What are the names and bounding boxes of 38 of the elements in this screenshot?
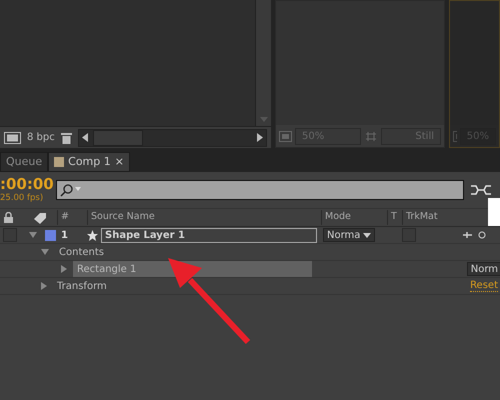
search-field[interactable] [56,180,464,200]
property-name[interactable]: Contents [55,244,104,260]
shy-switch-icon[interactable] [462,230,488,240]
scroll-left-icon[interactable] [82,133,88,142]
horizontal-scrollbar[interactable] [78,128,267,146]
scroll-down-icon[interactable] [260,117,268,122]
property-name[interactable]: Rectangle 1 [73,261,312,277]
popup-window [488,198,500,226]
scroll-right-icon[interactable] [257,133,263,142]
grid-icon[interactable] [364,130,378,142]
reset-link[interactable]: Reset [470,280,498,292]
bit-depth-label[interactable]: 8 bpc [27,130,55,145]
close-icon[interactable]: × [114,154,124,170]
expand-arrow-icon[interactable] [61,265,67,273]
label-color[interactable] [45,230,56,240]
search-icon [60,184,82,196]
flowchart-icon[interactable] [470,183,492,197]
collapse-arrow-icon[interactable] [29,232,37,238]
caret-icon[interactable] [363,232,372,238]
region-icon[interactable] [279,130,292,142]
trash-icon[interactable] [60,132,72,144]
mode-dropdown[interactable]: Norm [466,262,500,276]
column-header[interactable]: # [57,210,87,225]
layer-name-field[interactable]: Shape Layer 1 [101,228,317,242]
tab[interactable]: Queue [0,152,48,172]
tab[interactable]: Comp 1 × [48,152,130,172]
expand-arrow-icon[interactable] [41,282,47,290]
column-header[interactable]: TrkMat [402,210,462,225]
film-icon[interactable] [4,132,21,144]
column-header[interactable]: T [387,210,402,225]
star-icon [87,230,98,240]
collapse-arrow-icon[interactable] [41,249,49,255]
property-name[interactable]: Transform [53,278,107,294]
column-header[interactable]: Mode [321,210,387,225]
layer-number: 1 [60,228,69,242]
column-header[interactable]: Source Name [87,210,321,225]
fps-label: 25.00 fps) [0,194,44,203]
mode-dropdown[interactable]: Norma [323,228,376,242]
